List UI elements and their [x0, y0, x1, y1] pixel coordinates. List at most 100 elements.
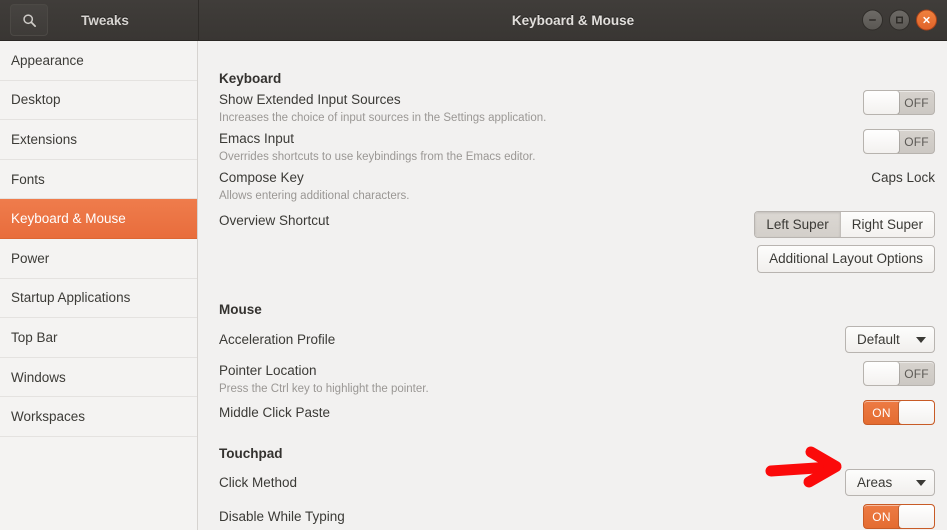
pointer-location-toggle[interactable]: OFF — [863, 361, 935, 386]
window-body: Appearance Desktop Extensions Fonts Keyb… — [0, 41, 947, 530]
row-control: OFF — [863, 361, 935, 386]
compose-key-value[interactable]: Caps Lock — [871, 168, 935, 188]
sidebar-item-workspaces[interactable]: Workspaces — [0, 397, 197, 437]
row-control: ON — [863, 400, 935, 425]
sidebar-item-label: Top Bar — [11, 329, 58, 345]
row-title: Pointer Location — [219, 363, 317, 378]
row-labels: Click Method — [219, 473, 297, 493]
sidebar-item-label: Fonts — [11, 171, 45, 187]
row-middle-click-paste: Middle Click Paste ON — [219, 400, 935, 425]
sidebar-item-label: Power — [11, 250, 50, 266]
close-button[interactable] — [916, 9, 937, 31]
sidebar-item-label: Startup Applications — [11, 290, 131, 306]
row-description: Overrides shortcuts to use keybindings f… — [219, 151, 536, 163]
row-description: Increases the choice of input sources in… — [219, 112, 547, 124]
row-labels: Emacs Input Overrides shortcuts to use k… — [219, 129, 535, 166]
row-title: Show Extended Input Sources — [219, 92, 401, 107]
sidebar: Appearance Desktop Extensions Fonts Keyb… — [0, 41, 198, 530]
sidebar-item-desktop[interactable]: Desktop — [0, 81, 197, 121]
row-show-extended-input-sources: Show Extended Input Sources Increases th… — [219, 90, 935, 127]
row-emacs-input: Emacs Input Overrides shortcuts to use k… — [219, 129, 935, 166]
section-title-touchpad: Touchpad — [219, 446, 283, 461]
row-description: Allows entering additional characters. — [219, 190, 410, 202]
settings-content: Keyboard Show Extended Input Sources Inc… — [198, 41, 947, 530]
sidebar-item-label: Keyboard & Mouse — [11, 211, 126, 227]
toggle-knob — [864, 91, 899, 114]
row-compose-key: Compose Key Allows entering additional c… — [219, 168, 935, 205]
row-control: Caps Lock — [871, 168, 935, 188]
row-title: Middle Click Paste — [219, 404, 331, 420]
row-control: Additional Layout Options — [757, 245, 935, 273]
row-acceleration-profile: Acceleration Profile Default — [219, 326, 935, 353]
app-title: Tweaks — [81, 12, 129, 28]
row-labels: Acceleration Profile — [219, 330, 335, 350]
sidebar-item-label: Workspaces — [11, 409, 86, 425]
row-title: Compose Key — [219, 170, 304, 185]
row-labels: Overview Shortcut — [219, 211, 329, 231]
search-icon — [22, 13, 37, 28]
sidebar-item-top-bar[interactable]: Top Bar — [0, 318, 197, 358]
segment-label: Right Super — [851, 217, 923, 232]
sidebar-item-keyboard-and-mouse[interactable]: Keyboard & Mouse — [0, 199, 197, 239]
sidebar-item-label: Extensions — [11, 131, 78, 147]
titlebar: Tweaks Keyboard & Mouse — [0, 0, 947, 41]
row-control: Areas — [845, 469, 935, 496]
row-labels: Pointer Location Press the Ctrl key to h… — [219, 361, 429, 398]
row-title: Click Method — [219, 474, 298, 490]
disable-while-typing-toggle[interactable]: ON — [863, 504, 935, 529]
row-labels: Compose Key Allows entering additional c… — [219, 168, 410, 205]
row-control: OFF — [863, 90, 935, 115]
row-description: Press the Ctrl key to highlight the poin… — [219, 383, 429, 395]
overview-shortcut-option-right-super[interactable]: Right Super — [839, 212, 934, 237]
show-extended-input-sources-toggle[interactable]: OFF — [863, 90, 935, 115]
minimize-button[interactable] — [862, 9, 883, 31]
overview-shortcut-option-left-super[interactable]: Left Super — [755, 212, 840, 237]
window-title: Keyboard & Mouse — [511, 12, 635, 28]
search-button[interactable] — [10, 4, 48, 36]
toggle-knob — [864, 362, 899, 385]
sidebar-item-label: Desktop — [11, 92, 61, 108]
row-control: Left Super Right Super — [754, 211, 935, 238]
row-title: Overview Shortcut — [219, 213, 330, 228]
sidebar-item-fonts[interactable]: Fonts — [0, 160, 197, 200]
row-click-method: Click Method Areas — [219, 469, 935, 496]
additional-layout-options-button[interactable]: Additional Layout Options — [757, 245, 935, 273]
row-labels: Show Extended Input Sources Increases th… — [219, 90, 546, 127]
row-labels: Disable While Typing — [219, 507, 345, 527]
titlebar-left-pane: Tweaks — [0, 0, 199, 40]
overview-shortcut-segmented-control: Left Super Right Super — [754, 211, 935, 238]
chevron-down-icon — [916, 479, 926, 486]
emacs-input-toggle[interactable]: OFF — [863, 129, 935, 154]
sidebar-item-extensions[interactable]: Extensions — [0, 120, 197, 160]
toggle-state-label: ON — [872, 509, 891, 524]
row-overview-shortcut: Overview Shortcut Left Super Right Super — [219, 211, 935, 238]
toggle-state-label: OFF — [904, 134, 929, 149]
toggle-state-label: ON — [872, 405, 891, 420]
section-title-mouse: Mouse — [219, 302, 262, 317]
window-controls — [862, 9, 937, 31]
row-title: Emacs Input — [219, 131, 295, 146]
chevron-down-icon — [916, 336, 926, 343]
row-labels: Middle Click Paste — [219, 403, 330, 423]
maximize-icon — [894, 15, 905, 26]
sidebar-item-startup-applications[interactable]: Startup Applications — [0, 279, 197, 319]
row-control: OFF — [863, 129, 935, 154]
click-method-dropdown[interactable]: Areas — [845, 469, 935, 496]
section-title-keyboard: Keyboard — [219, 71, 282, 86]
row-title: Disable While Typing — [219, 508, 345, 524]
dropdown-value: Default — [857, 332, 900, 347]
sidebar-item-windows[interactable]: Windows — [0, 358, 197, 398]
toggle-knob — [864, 130, 899, 153]
row-title: Acceleration Profile — [219, 331, 336, 347]
dropdown-value: Areas — [857, 475, 893, 490]
row-control: ON — [863, 504, 935, 529]
middle-click-paste-toggle[interactable]: ON — [863, 400, 935, 425]
sidebar-item-appearance[interactable]: Appearance — [0, 41, 197, 81]
sidebar-item-power[interactable]: Power — [0, 239, 197, 279]
acceleration-profile-dropdown[interactable]: Default — [845, 326, 935, 353]
maximize-button[interactable] — [889, 9, 910, 31]
row-pointer-location: Pointer Location Press the Ctrl key to h… — [219, 361, 935, 398]
close-icon — [921, 15, 932, 26]
segment-label: Left Super — [766, 217, 829, 232]
toggle-knob — [899, 505, 934, 528]
